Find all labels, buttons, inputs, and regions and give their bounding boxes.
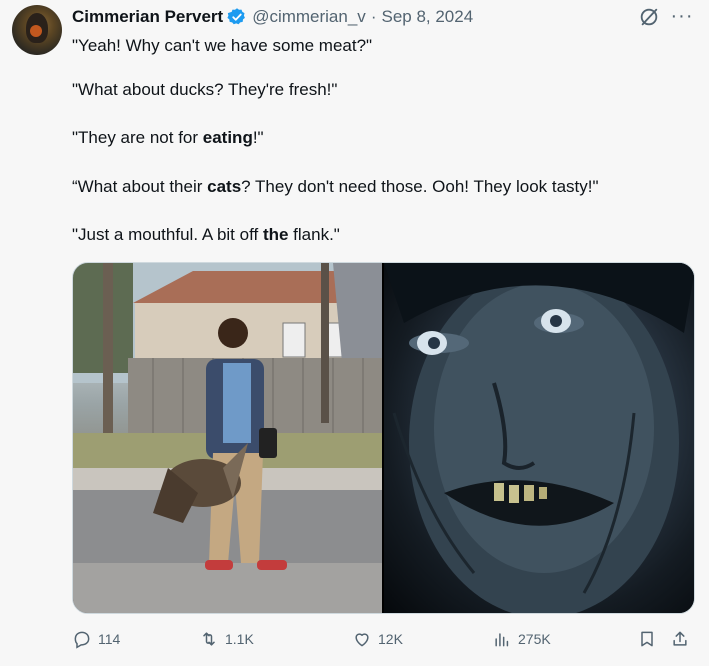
reply-count: 114 — [98, 631, 121, 647]
views-count: 275K — [518, 631, 551, 647]
more-icon[interactable]: ··· — [670, 5, 694, 27]
verified-badge-icon[interactable] — [227, 7, 247, 27]
tweet[interactable]: Cimmerian Pervert @cimmerian_v · Sep 8, … — [0, 0, 709, 666]
reply-button[interactable]: 114 — [72, 625, 120, 653]
gollum-face-closeup[interactable] — [384, 263, 694, 613]
repost-button[interactable]: 1.1K — [199, 625, 254, 653]
like-count: 12K — [378, 631, 403, 647]
views-button[interactable]: 275K — [492, 625, 551, 653]
share-button[interactable] — [670, 625, 696, 653]
tweet-line: "Yeah! Why can't we have some meat?" — [72, 36, 373, 55]
share-icon — [673, 631, 687, 646]
tweet-media[interactable] — [72, 262, 695, 614]
man-carrying-goose-photo[interactable] — [73, 263, 382, 613]
tweet-line: “What about their cats? They don't need … — [72, 177, 599, 196]
tweet-line: "They are not for eating!" — [72, 128, 264, 147]
tweet-actions: 114 1.1K 12K 275K — [72, 625, 695, 653]
avatar[interactable] — [12, 5, 62, 55]
bookmark-icon — [641, 631, 653, 647]
grok-icon[interactable] — [638, 6, 660, 28]
repost-count: 1.1K — [225, 631, 254, 647]
reply-icon — [74, 631, 90, 649]
author-handle[interactable]: @cimmerian_v — [252, 7, 366, 27]
tweet-date[interactable]: Sep 8, 2024 — [381, 7, 473, 27]
views-icon — [495, 633, 509, 647]
author-name[interactable]: Cimmerian Pervert — [72, 7, 223, 27]
like-button[interactable]: 12K — [352, 625, 403, 653]
street-scene-illustration — [73, 263, 382, 613]
avatar-bird-breast — [30, 25, 42, 37]
tweet-line: "What about ducks? They're fresh!" — [72, 80, 338, 99]
header-separator: · — [370, 7, 377, 26]
bookmark-button[interactable] — [637, 625, 663, 653]
repost-icon — [203, 632, 215, 646]
like-icon — [355, 633, 369, 647]
creature-face-illustration — [384, 263, 694, 613]
tweet-line: "Just a mouthful. A bit off the flank." — [72, 225, 340, 244]
tweet-header: Cimmerian Pervert @cimmerian_v · Sep 8, … — [72, 4, 473, 30]
